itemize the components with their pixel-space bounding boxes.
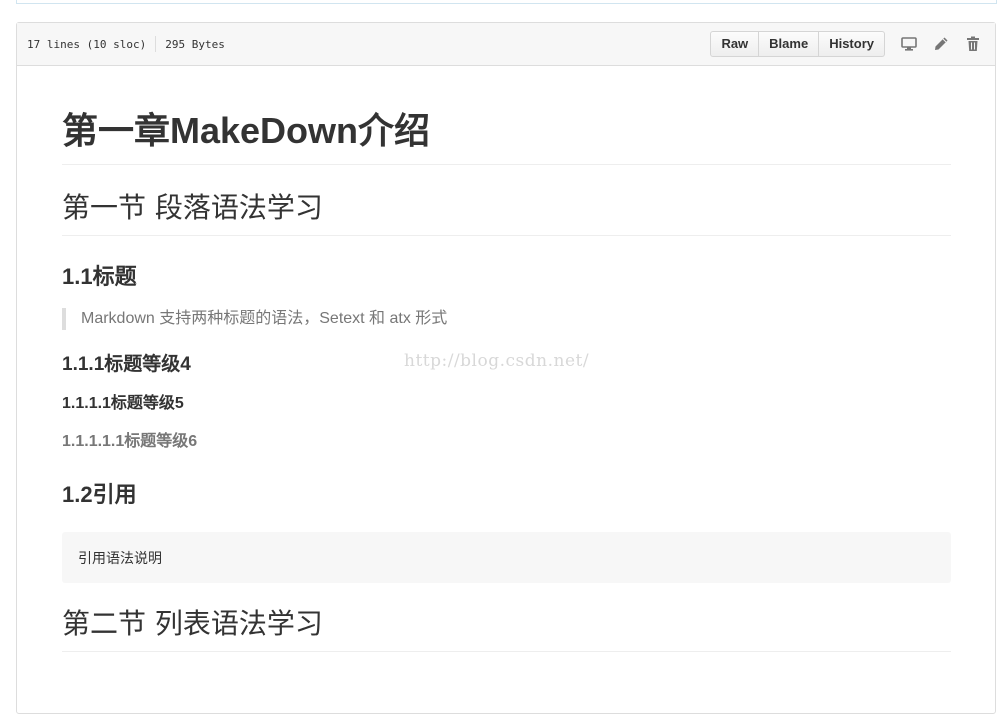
heading-3-quote: 1.2引用 xyxy=(62,482,137,507)
file-size: 295 Bytes xyxy=(165,37,225,51)
blame-button[interactable]: Blame xyxy=(759,31,820,57)
heading-6: 1.1.1.1.1标题等级6 xyxy=(62,433,198,450)
file-info-divider xyxy=(155,36,157,52)
heading-2-section1: 第一节 段落语法学习 xyxy=(62,191,951,236)
heading-5: 1.1.1.1标题等级5 xyxy=(62,395,184,412)
heading-1: 第一章MakeDown介绍 xyxy=(62,66,951,165)
history-button[interactable]: History xyxy=(819,31,885,57)
view-button-group: Raw Blame History xyxy=(710,31,885,57)
desktop-icon[interactable] xyxy=(897,32,921,56)
trash-icon[interactable] xyxy=(961,32,985,56)
line-count: 17 lines (10 sloc) xyxy=(27,37,147,51)
code-text: 引用语法说明 xyxy=(78,549,162,566)
previous-box-edge xyxy=(16,0,997,4)
file-info: 17 lines (10 sloc) 295 Bytes xyxy=(17,36,225,52)
file-actions: Raw Blame History xyxy=(710,23,995,65)
file-header: 17 lines (10 sloc) 295 Bytes Raw Blame H… xyxy=(17,23,995,66)
heading-2-section2: 第二节 列表语法学习 xyxy=(62,607,951,652)
watermark: http://blog.csdn.net/ xyxy=(404,351,590,371)
code-block: 引用语法说明 xyxy=(62,532,951,583)
pencil-icon[interactable] xyxy=(929,32,953,56)
blockquote: Markdown 支持两种标题的语法，Setext 和 atx 形式 xyxy=(62,308,951,330)
heading-3-titles: 1.1标题 xyxy=(62,264,137,289)
raw-button[interactable]: Raw xyxy=(710,31,760,57)
